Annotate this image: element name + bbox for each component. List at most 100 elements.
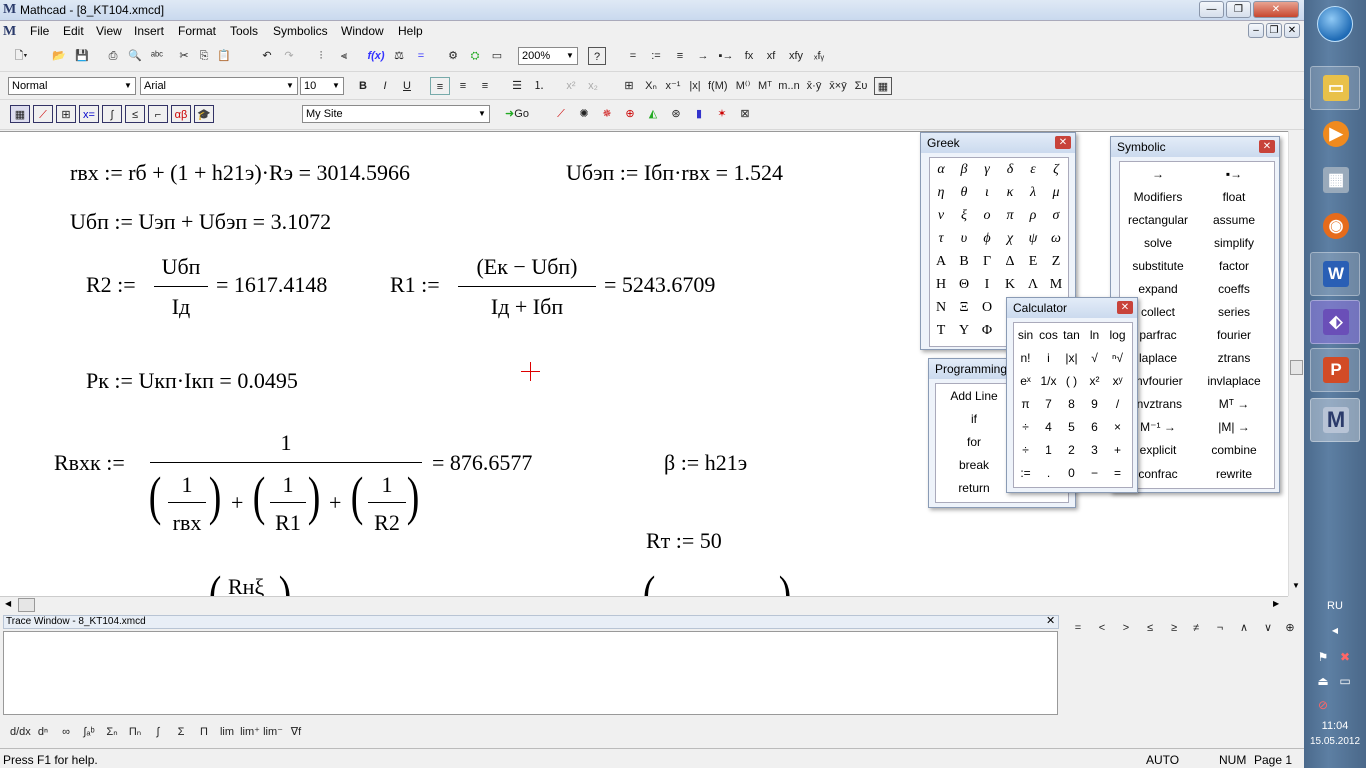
fx-icon[interactable]: fx [740, 47, 758, 65]
close-icon[interactable]: ✕ [1259, 140, 1275, 153]
greek-symbol[interactable]: ν [930, 208, 952, 224]
greek-symbol[interactable]: Ν [930, 300, 952, 316]
menu-help[interactable]: Help [398, 24, 423, 38]
align-right-icon[interactable]: ≡ [476, 77, 494, 95]
nth-derivative-icon[interactable]: dⁿ [33, 723, 53, 741]
break-button[interactable]: break [936, 458, 1012, 472]
symbolic-keyword[interactable]: invlaplace [1196, 374, 1272, 388]
language-indicator[interactable]: RU [1304, 600, 1366, 612]
greek-symbol[interactable]: ε [1022, 162, 1044, 178]
calc-key[interactable]: := [1014, 466, 1037, 480]
calc-key[interactable]: log [1106, 328, 1129, 342]
symbolic-palette-title[interactable]: Symbolic ✕ [1111, 137, 1279, 157]
symbolic-keyword[interactable]: coeffs [1196, 282, 1272, 296]
bold-icon[interactable]: B [354, 77, 372, 95]
indefinite-integral-icon[interactable]: ∫ [148, 723, 168, 741]
clock-date[interactable]: 15.05.2012 [1304, 736, 1366, 747]
programming-toolbar-icon[interactable]: ⌐ [148, 105, 168, 123]
align-down-icon[interactable]: ⫷ [335, 47, 353, 65]
greek-symbol[interactable]: ζ [1045, 162, 1067, 178]
print-icon[interactable]: ⎙ [104, 47, 122, 65]
transpose-icon[interactable]: Mᵀ [756, 77, 774, 95]
greek-symbol[interactable]: Ζ [1045, 254, 1067, 270]
greek-symbol[interactable]: Ο [976, 300, 998, 316]
greek-symbol[interactable]: λ [1022, 185, 1044, 201]
calc-key[interactable]: ⁿ√ [1106, 351, 1129, 365]
calc-key[interactable]: ÷ [1014, 443, 1037, 457]
subscript-icon[interactable]: x₂ [584, 77, 602, 95]
calc-key[interactable]: sin [1014, 328, 1037, 342]
xfy-sub-icon[interactable]: ₓfᵧ [808, 47, 830, 65]
eq-rt[interactable]: Rт := 50 [646, 528, 722, 554]
font-select[interactable]: Arial ▼ [140, 77, 298, 95]
calculate-icon[interactable]: = [412, 47, 430, 65]
bar-plot-icon[interactable]: ▮ [690, 105, 708, 123]
xy-plot-icon[interactable]: ⟋ [552, 105, 570, 123]
greek-symbol[interactable]: ϕ [976, 231, 998, 247]
calc-key[interactable]: 4 [1037, 420, 1060, 434]
greek-symbol[interactable]: Ξ [953, 300, 975, 316]
zoom-select[interactable]: 200% ▼ [518, 47, 578, 65]
calc-key[interactable]: cos [1037, 328, 1060, 342]
calculator-toolbar-icon[interactable]: ▦ [10, 105, 30, 123]
for-button[interactable]: for [936, 435, 1012, 449]
3d-plot-icon[interactable]: ✵ [598, 105, 616, 123]
trace-window-body[interactable] [3, 631, 1058, 715]
greek-symbol[interactable]: γ [976, 162, 998, 178]
close-icon[interactable]: ✕ [1046, 614, 1055, 627]
spell-check-icon[interactable]: ᵃᵇᶜ [148, 47, 166, 65]
polar-plot-icon[interactable]: ✺ [575, 105, 593, 123]
go-button[interactable]: ➜Go [500, 105, 534, 123]
greek-symbol[interactable]: ψ [1022, 231, 1044, 247]
scatter-plot-icon[interactable]: ✶ [713, 105, 731, 123]
keyword-arrow-icon[interactable]: ▪→ [716, 47, 736, 65]
greek-symbol[interactable]: Μ [1045, 277, 1067, 293]
calc-key[interactable]: 7 [1037, 397, 1060, 411]
column-icon[interactable]: M⁽⁾ [734, 77, 752, 95]
scroll-down-icon[interactable]: ▼ [1292, 581, 1300, 590]
help-icon[interactable]: ? [588, 47, 606, 65]
calc-key[interactable]: x² [1083, 374, 1106, 388]
calc-key[interactable]: ÷ [1014, 420, 1037, 434]
calculator-palette-title[interactable]: Calculator ✕ [1007, 298, 1137, 318]
calc-key[interactable]: |x| [1060, 351, 1083, 365]
symbolic-keyword[interactable]: simplify [1196, 236, 1272, 250]
symbolic-keyword[interactable]: Modifiers [1120, 190, 1196, 204]
greek-symbol[interactable]: Γ [976, 254, 998, 270]
calc-key[interactable]: 9 [1083, 397, 1106, 411]
style-select[interactable]: Normal ▼ [8, 77, 136, 95]
symbolic-keyword[interactable]: series [1196, 305, 1272, 319]
menu-file[interactable]: File [30, 24, 49, 38]
summation-icon[interactable]: Σ [171, 723, 191, 741]
limit-icon[interactable]: lim [217, 723, 237, 741]
redo-icon[interactable]: ↷ [280, 47, 298, 65]
greek-symbol[interactable]: τ [930, 231, 952, 247]
dot-product-icon[interactable]: x̄·ȳ [804, 77, 824, 95]
bool-greater-icon[interactable]: > [1116, 619, 1136, 637]
product-icon[interactable]: Π [194, 723, 214, 741]
symbolic-keyword[interactable]: ▪→ [1196, 167, 1272, 181]
greek-symbol[interactable]: Η [930, 277, 952, 293]
greek-symbol[interactable]: σ [1045, 208, 1067, 224]
subscript-index-icon[interactable]: Xₙ [642, 77, 660, 95]
calc-key[interactable]: 1/x [1037, 374, 1060, 388]
symbolic-keyword[interactable]: expand [1120, 282, 1196, 296]
calc-key[interactable]: tan [1060, 328, 1083, 342]
numbering-icon[interactable]: ⒈ [530, 77, 548, 95]
undo-icon[interactable]: ↶ [258, 47, 276, 65]
bool-equal-icon[interactable]: = [1068, 619, 1088, 637]
greek-symbol[interactable]: θ [953, 185, 975, 201]
menu-edit[interactable]: Edit [63, 24, 84, 38]
evaluation-toolbar-icon[interactable]: x= [79, 105, 99, 123]
return-button[interactable]: return [936, 481, 1012, 495]
derivative-icon[interactable]: d/dx [10, 723, 31, 741]
document-icon[interactable]: M [3, 24, 17, 40]
calc-key[interactable]: + [1106, 443, 1129, 457]
greek-symbol[interactable]: Ι [976, 277, 998, 293]
symbolic-keyword[interactable]: Mᵀ → [1196, 397, 1272, 411]
greek-symbol[interactable]: κ [999, 185, 1021, 201]
eq-ubep[interactable]: Uбэп := Iбп·rвх = 1.524 [566, 160, 783, 186]
volume-muted-icon[interactable]: ⊘ [1316, 698, 1330, 712]
greek-symbol[interactable]: π [999, 208, 1021, 224]
insert-region-icon[interactable]: ▭ [488, 47, 506, 65]
